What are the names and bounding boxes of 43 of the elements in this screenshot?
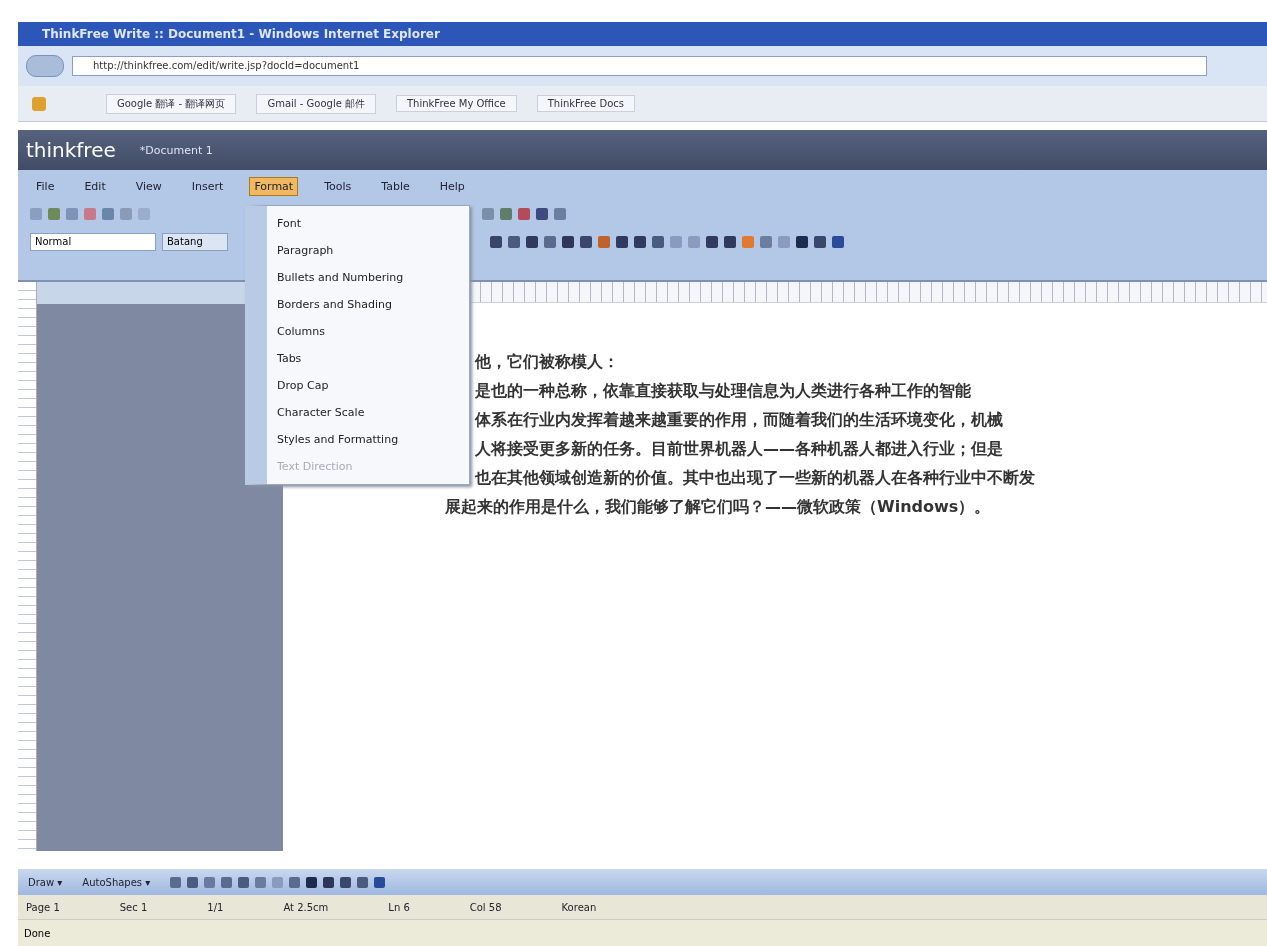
menu-item[interactable]: Tools: [320, 177, 356, 195]
style-dropdown[interactable]: Normal: [30, 233, 156, 251]
status-field: Col 58: [469, 901, 502, 913]
document-text-line: 人将接受更多新的任务。目前世界机器人——各种机器人都进入行业；但是: [475, 438, 1004, 460]
favorite-tab[interactable]: ThinkFree My Office: [396, 95, 517, 112]
status-field: Korean: [561, 901, 597, 913]
draw-menu-button[interactable]: Draw ▾: [28, 876, 63, 888]
menu-item[interactable]: Insert: [187, 177, 228, 195]
menu-item[interactable]: Format: [249, 176, 299, 196]
menu-option[interactable]: Styles and Formatting: [267, 426, 469, 453]
document-title: *Document 1: [139, 143, 213, 157]
menu-option[interactable]: Paragraph: [267, 237, 469, 264]
menu-item[interactable]: View: [131, 177, 166, 195]
font-dropdown[interactable]: Batang: [162, 233, 228, 251]
document-text-line: 他，它们被称模人：: [475, 351, 620, 373]
menu-option[interactable]: Font: [267, 210, 469, 237]
window-title: ThinkFree Write :: Document1 - Windows Internet Explorer: [42, 27, 440, 41]
favorite-tab[interactable]: ThinkFree Docs: [536, 95, 635, 112]
address-field[interactable]: http://thinkfree.com/edit/write.jsp?docId=document1: [72, 56, 1207, 76]
menu-item[interactable]: Table: [377, 177, 414, 195]
document-text-line: 展起来的作用是什么，我们能够了解它们吗？——微软政策（Windows）。: [445, 496, 992, 518]
favorite-tab[interactable]: Google 翻译 - 翻译网页: [106, 93, 237, 114]
browser-status-text: Done: [24, 927, 51, 939]
menu-option[interactable]: Borders and Shading: [267, 291, 469, 318]
status-field: Ln 6: [388, 901, 410, 913]
autoshapes-menu-button[interactable]: AutoShapes ▾: [82, 876, 151, 888]
app-logo: thinkfree: [26, 138, 116, 162]
menu-option[interactable]: Bullets and Numbering: [267, 264, 469, 291]
menu-option[interactable]: Drop Cap: [267, 372, 469, 399]
menu-item[interactable]: Edit: [80, 177, 110, 195]
document-text-line: 也在其他领域创造新的价值。其中也出现了一些新的机器人在各种行业中不断发: [475, 467, 1036, 489]
document-text-line: 是也的一种总称，依靠直接获取与处理信息为人类进行各种工作的智能: [475, 380, 972, 402]
menu-item[interactable]: File: [32, 177, 59, 195]
document-text-line: 体系在行业内发挥着越来越重要的作用，而随着我们的生活环境变化，机械: [475, 409, 1004, 431]
menu-option[interactable]: Character Scale: [267, 399, 469, 426]
menu-item[interactable]: Help: [435, 177, 469, 195]
favorite-tab[interactable]: Gmail - Google 邮件: [256, 93, 376, 114]
status-field: 1/1: [207, 901, 224, 913]
status-field: Page 1: [26, 901, 60, 913]
menu-option[interactable]: Tabs: [267, 345, 469, 372]
status-field: Sec 1: [119, 901, 148, 913]
status-field: At 2.5cm: [283, 901, 329, 913]
menu-option[interactable]: Columns: [267, 318, 469, 345]
